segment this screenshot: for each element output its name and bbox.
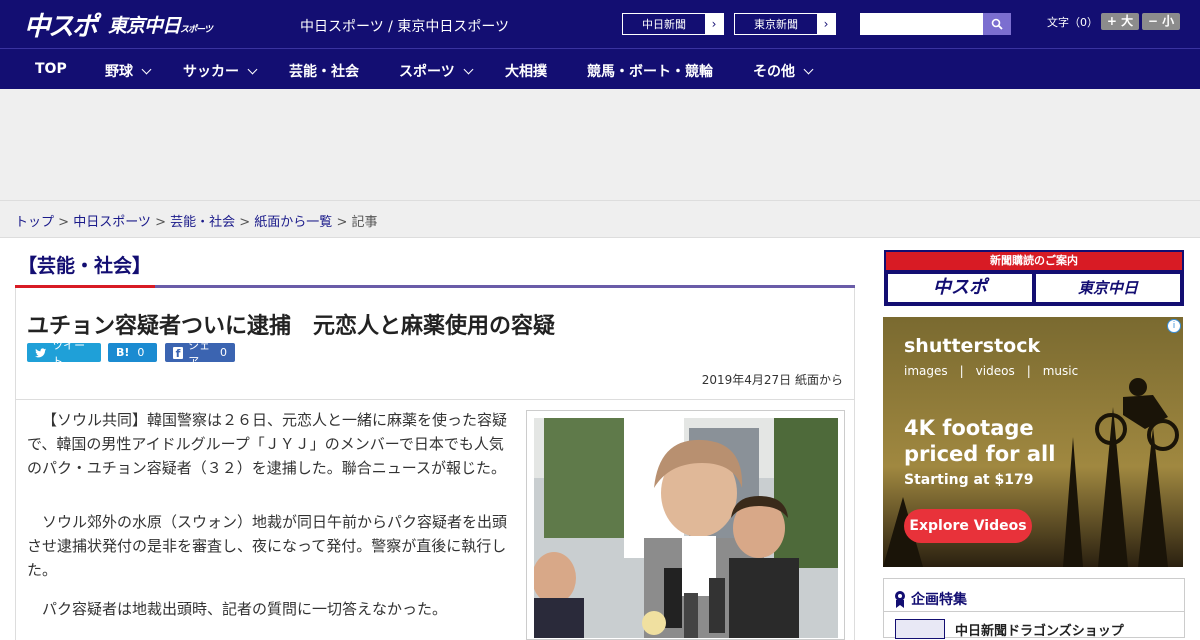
- chevron-down-icon: [463, 64, 474, 74]
- ad-info-icon[interactable]: i: [1167, 319, 1181, 333]
- subscription-title: 新聞購読のご案内: [886, 252, 1182, 270]
- ad-headline: 4K footage priced for all: [904, 416, 1056, 466]
- article-category: 【芸能・社会】: [18, 255, 152, 277]
- tweet-button[interactable]: ツイート: [27, 339, 101, 368]
- facebook-share-button[interactable]: f シェア 0: [165, 339, 235, 368]
- article-paragraph: ソウル郊外の水原（スウォン）地裁が同日午前からパク容疑者を出頭させ逮捕状発付の是…: [27, 513, 508, 579]
- tokyo-shimbun-link[interactable]: 東京新聞 ›: [734, 13, 836, 35]
- breadcrumb-chunichi-sports[interactable]: 中日スポーツ: [73, 215, 151, 230]
- nav-racing[interactable]: 競馬・ボート・競輪: [587, 61, 713, 81]
- ad-subtitle: images | videos | music: [904, 364, 1079, 378]
- article-photo-frame[interactable]: [526, 410, 845, 640]
- chevron-down-icon: [247, 64, 258, 74]
- breadcrumb: トップ > 中日スポーツ > 芸能・社会 > 紙面から一覧 > 記事: [0, 200, 1200, 238]
- article-headline: ユチョン容疑者ついに逮捕 元恋人と麻薬使用の容疑: [27, 314, 556, 339]
- feature-divider: [884, 611, 1184, 612]
- sidebar-ad[interactable]: i shutterstock images | videos | music 4…: [883, 317, 1183, 567]
- article-paragraph: パク容疑者は地裁出頭時、記者の質問に一切答えなかった。: [42, 600, 448, 618]
- ad-brand: shutterstock: [904, 335, 1041, 357]
- search-button[interactable]: [983, 13, 1011, 35]
- feature-title: 企画特集: [894, 589, 967, 609]
- feature-item[interactable]: 中日新聞ドラゴンズショップ: [895, 619, 1124, 639]
- nav-soccer[interactable]: サッカー: [183, 61, 258, 81]
- facebook-icon: f: [173, 346, 184, 360]
- breadcrumb-paper-list[interactable]: 紙面から一覧: [254, 215, 332, 230]
- top-ad-slot: [0, 89, 1200, 200]
- breadcrumb-current: 記事: [351, 215, 378, 230]
- feature-thumbnail: [895, 619, 945, 639]
- site-name[interactable]: 中日スポーツ / 東京中日スポーツ: [300, 16, 509, 36]
- chevron-right-icon: ›: [817, 14, 835, 34]
- article-date: 2019年4月27日 紙面から: [701, 373, 843, 387]
- article-photo[interactable]: [534, 418, 838, 638]
- nav-top[interactable]: TOP: [35, 61, 67, 77]
- article-body: 【ソウル共同】韓国警察は２６日、元恋人と一緒に麻薬を使った容疑で、韓国の男性アイ…: [15, 400, 855, 640]
- subscribe-chunichi-sports[interactable]: 中スポ: [888, 274, 1032, 302]
- search-input[interactable]: [860, 13, 983, 35]
- chevron-down-icon: [141, 64, 152, 74]
- article-header: ユチョン容疑者ついに逮捕 元恋人と麻薬使用の容疑 ツイート B! 0 f シェア…: [15, 288, 855, 400]
- main-nav: TOP 野球 サッカー 芸能・社会 スポーツ 大相撲 競馬・ボート・競輪 その他: [0, 48, 1200, 89]
- nav-other[interactable]: その他: [753, 61, 814, 81]
- logo-chunichi-sports[interactable]: 中スポ: [24, 6, 98, 43]
- breadcrumb-top[interactable]: トップ: [15, 215, 54, 230]
- nav-sports[interactable]: スポーツ: [399, 61, 474, 81]
- site-header: 中スポ 東京中日スポーツ 中日スポーツ / 東京中日スポーツ 中日新聞 › 東京…: [0, 0, 1200, 48]
- twitter-icon: [35, 347, 47, 357]
- facebook-count: 0: [220, 346, 227, 359]
- hatena-icon: B!: [116, 346, 130, 359]
- font-size-up-button[interactable]: + 大: [1101, 13, 1139, 30]
- font-size-down-button[interactable]: − 小: [1142, 13, 1180, 30]
- ribbon-icon: [895, 591, 905, 608]
- nav-entertainment[interactable]: 芸能・社会: [289, 61, 359, 81]
- nav-baseball[interactable]: 野球: [105, 61, 152, 81]
- nav-sumo[interactable]: 大相撲: [505, 61, 547, 81]
- chevron-right-icon: ›: [705, 14, 723, 34]
- breadcrumb-entertainment[interactable]: 芸能・社会: [170, 215, 235, 230]
- subscribe-tokyo-chunichi[interactable]: 東京中日: [1036, 274, 1180, 302]
- logo-tokyo-chunichi[interactable]: 東京中日スポーツ: [108, 11, 213, 38]
- chunichi-shimbun-link[interactable]: 中日新聞 ›: [622, 13, 724, 35]
- feature-section: 企画特集 中日新聞ドラゴンズショップ: [883, 578, 1185, 639]
- main-content: 【芸能・社会】 ユチョン容疑者ついに逮捕 元恋人と麻薬使用の容疑 ツイート B!…: [0, 239, 1200, 640]
- site-logo[interactable]: 中スポ 東京中日スポーツ: [24, 6, 213, 43]
- press-photo-image: [534, 418, 838, 638]
- hatena-bookmark-button[interactable]: B! 0: [108, 343, 157, 362]
- subscription-banner[interactable]: 新聞購読のご案内 中スポ 東京中日: [884, 250, 1184, 306]
- ad-price: Starting at $179: [904, 472, 1034, 488]
- chevron-down-icon: [803, 64, 814, 74]
- font-size-label: 文字（0）: [1047, 16, 1098, 29]
- article-paragraph: 【ソウル共同】韓国警察は２６日、元恋人と一緒に麻薬を使った容疑で、韓国の男性アイ…: [27, 411, 508, 477]
- search-icon: [991, 18, 1003, 30]
- hatena-count: 0: [137, 346, 145, 359]
- ad-cta-button[interactable]: Explore Videos: [904, 509, 1032, 543]
